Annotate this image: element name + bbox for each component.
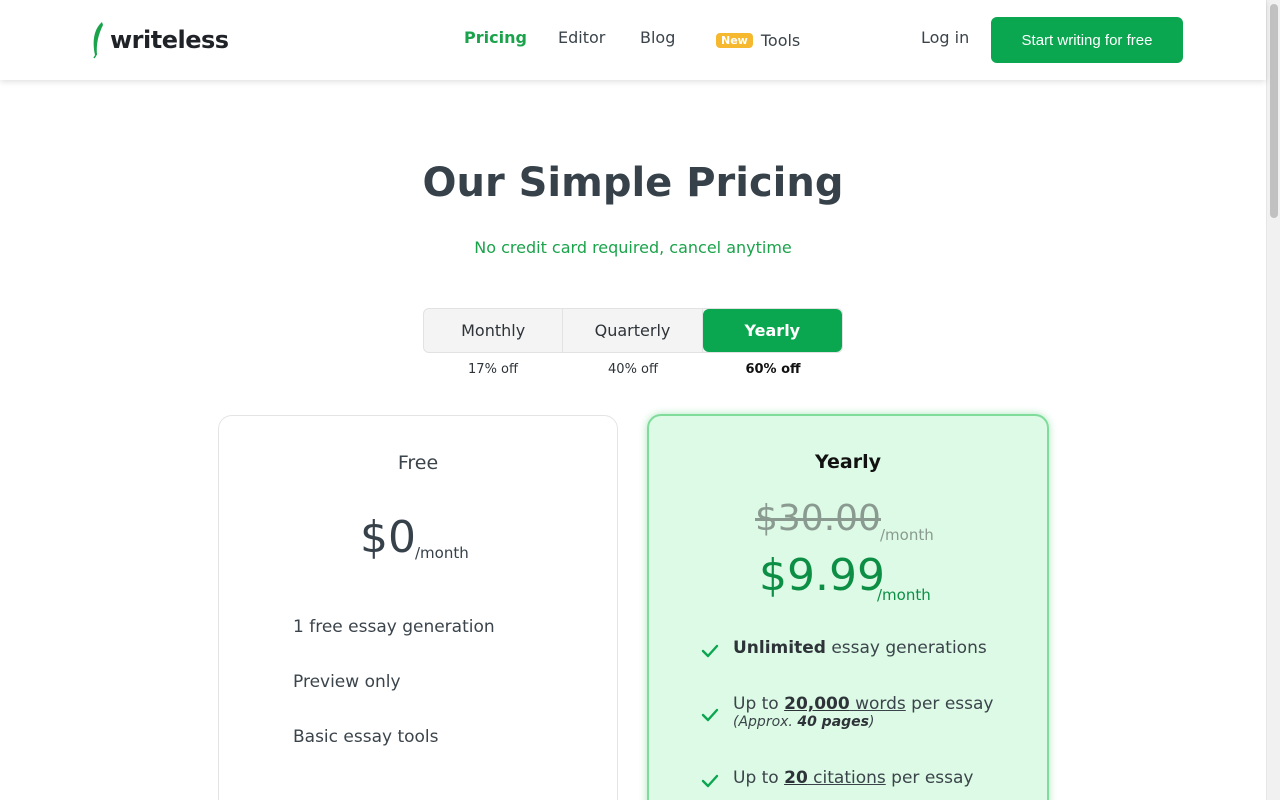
free-feature-item: Preview only <box>293 672 401 692</box>
yearly-plan-price: $9.99 <box>759 550 885 601</box>
free-feature-item: 1 free essay generation <box>293 617 495 637</box>
yearly-original-price: $30.00 <box>755 498 881 539</box>
nav-editor-link[interactable]: Editor <box>558 28 605 52</box>
yearly-discount-label: 60% off <box>745 362 801 377</box>
page-subtitle: No credit card required, cancel anytime <box>474 238 792 257</box>
yearly-plan-card: Yearly $30.00 /month $9.99 /month Unlimi… <box>647 414 1049 800</box>
billing-monthly-option[interactable]: Monthly <box>424 309 564 352</box>
nav-pricing-link[interactable]: Pricing <box>464 28 527 52</box>
scrollbar-thumb[interactable] <box>1270 4 1278 218</box>
yearly-plan-period: /month <box>877 586 931 604</box>
brand-logo[interactable]: writeless <box>90 20 229 60</box>
feature-text: Up to 20,000 words per essay (Approx. 40… <box>733 694 994 730</box>
site-header: writeless Pricing Editor Blog New Tools … <box>0 0 1266 80</box>
yearly-feature-item: Up to 20,000 words per essay (Approx. 40… <box>699 694 993 730</box>
billing-yearly-option[interactable]: Yearly <box>702 309 842 352</box>
page-scrollbar[interactable] <box>1266 0 1280 800</box>
free-plan-name: Free <box>397 452 439 474</box>
yearly-feature-item: Unlimited essay generations <box>699 638 987 662</box>
monthly-discount-label: 17% off <box>468 362 518 377</box>
feature-text: Up to 20 citations per essay <box>733 768 974 788</box>
quarterly-discount-label: 40% off <box>608 362 658 377</box>
check-icon <box>701 774 719 788</box>
feature-text: Unlimited essay generations <box>733 638 987 658</box>
nav-blog-link[interactable]: Blog <box>640 28 675 52</box>
check-icon <box>701 644 719 658</box>
billing-period-toggle: Monthly Quarterly Yearly <box>423 308 843 353</box>
new-badge: New <box>716 32 753 48</box>
feather-logo-icon <box>93 22 103 59</box>
start-writing-button[interactable]: Start writing for free <box>991 17 1183 63</box>
approx-pages-note: (Approx. 40 pages) <box>733 714 875 730</box>
free-feature-item: Basic essay tools <box>293 727 439 747</box>
brand-name: writeless <box>110 26 229 54</box>
billing-discounts: 17% off 40% off 60% off <box>423 362 843 377</box>
nav-tools-link[interactable]: New Tools <box>716 28 800 52</box>
yearly-plan-name: Yearly <box>815 451 881 473</box>
free-plan-period: /month <box>415 544 469 562</box>
login-link[interactable]: Log in <box>921 28 969 47</box>
check-icon <box>701 708 719 722</box>
free-plan-card: Free $0 /month 1 free essay generation P… <box>218 415 618 800</box>
billing-quarterly-option[interactable]: Quarterly <box>563 309 703 352</box>
yearly-original-period: /month <box>880 526 934 544</box>
yearly-feature-item: Up to 20 citations per essay <box>699 768 973 792</box>
page-title: Our Simple Pricing <box>422 160 844 206</box>
nav-tools-label: Tools <box>760 30 801 50</box>
free-plan-price: $0 <box>360 512 416 563</box>
